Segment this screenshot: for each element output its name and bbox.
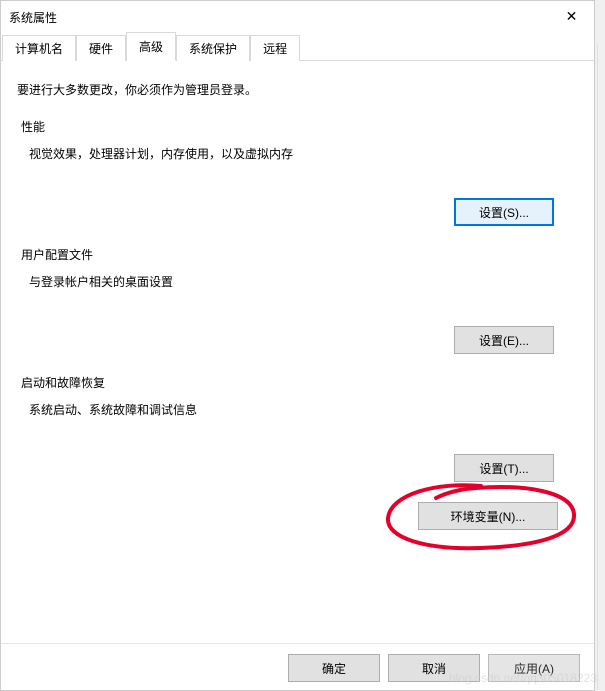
group-userprofile: 用户配置文件 与登录帐户相关的桌面设置 设置(E)... — [17, 246, 578, 354]
system-properties-dialog: 系统属性 ✕ 计算机名 硬件 高级 系统保护 远程 要进行大多数更改，你必须作为… — [0, 0, 595, 691]
group-performance-desc: 视觉效果，处理器计划，内存使用，以及虚拟内存 — [29, 145, 574, 162]
group-startup-title: 启动和故障恢复 — [21, 374, 574, 391]
ok-button[interactable]: 确定 — [288, 654, 380, 682]
background-edge — [597, 44, 605, 690]
tabs-container: 计算机名 硬件 高级 系统保护 远程 — [1, 33, 594, 61]
tab-remote[interactable]: 远程 — [250, 35, 300, 61]
group-userprofile-title: 用户配置文件 — [21, 246, 574, 263]
tab-strip: 计算机名 硬件 高级 系统保护 远程 — [1, 35, 594, 61]
tab-system-protection[interactable]: 系统保护 — [176, 35, 250, 61]
admin-instruction: 要进行大多数更改，你必须作为管理员登录。 — [17, 81, 578, 98]
performance-settings-button[interactable]: 设置(S)... — [454, 198, 554, 226]
footer-divider — [1, 643, 594, 644]
env-variables-row: 环境变量(N)... — [17, 502, 578, 530]
close-icon: ✕ — [566, 8, 578, 25]
group-startup-desc: 系统启动、系统故障和调试信息 — [29, 401, 574, 418]
tab-advanced[interactable]: 高级 — [126, 32, 176, 61]
cancel-button[interactable]: 取消 — [388, 654, 480, 682]
userprofile-settings-button[interactable]: 设置(E)... — [454, 326, 554, 354]
tab-hardware[interactable]: 硬件 — [76, 35, 126, 61]
dialog-footer-buttons: 确定 取消 应用(A) — [288, 654, 580, 682]
group-performance-title: 性能 — [21, 118, 574, 135]
group-performance: 性能 视觉效果，处理器计划，内存使用，以及虚拟内存 设置(S)... — [17, 118, 578, 226]
titlebar: 系统属性 ✕ — [1, 1, 594, 33]
startup-settings-button[interactable]: 设置(T)... — [454, 454, 554, 482]
group-userprofile-desc: 与登录帐户相关的桌面设置 — [29, 273, 574, 290]
tab-content-advanced: 要进行大多数更改，你必须作为管理员登录。 性能 视觉效果，处理器计划，内存使用，… — [1, 61, 594, 542]
group-startup: 启动和故障恢复 系统启动、系统故障和调试信息 设置(T)... — [17, 374, 578, 482]
window-title: 系统属性 — [9, 9, 57, 26]
tab-computer-name[interactable]: 计算机名 — [2, 35, 76, 61]
close-button[interactable]: ✕ — [549, 1, 594, 31]
environment-variables-button[interactable]: 环境变量(N)... — [418, 502, 558, 530]
apply-button[interactable]: 应用(A) — [488, 654, 580, 682]
